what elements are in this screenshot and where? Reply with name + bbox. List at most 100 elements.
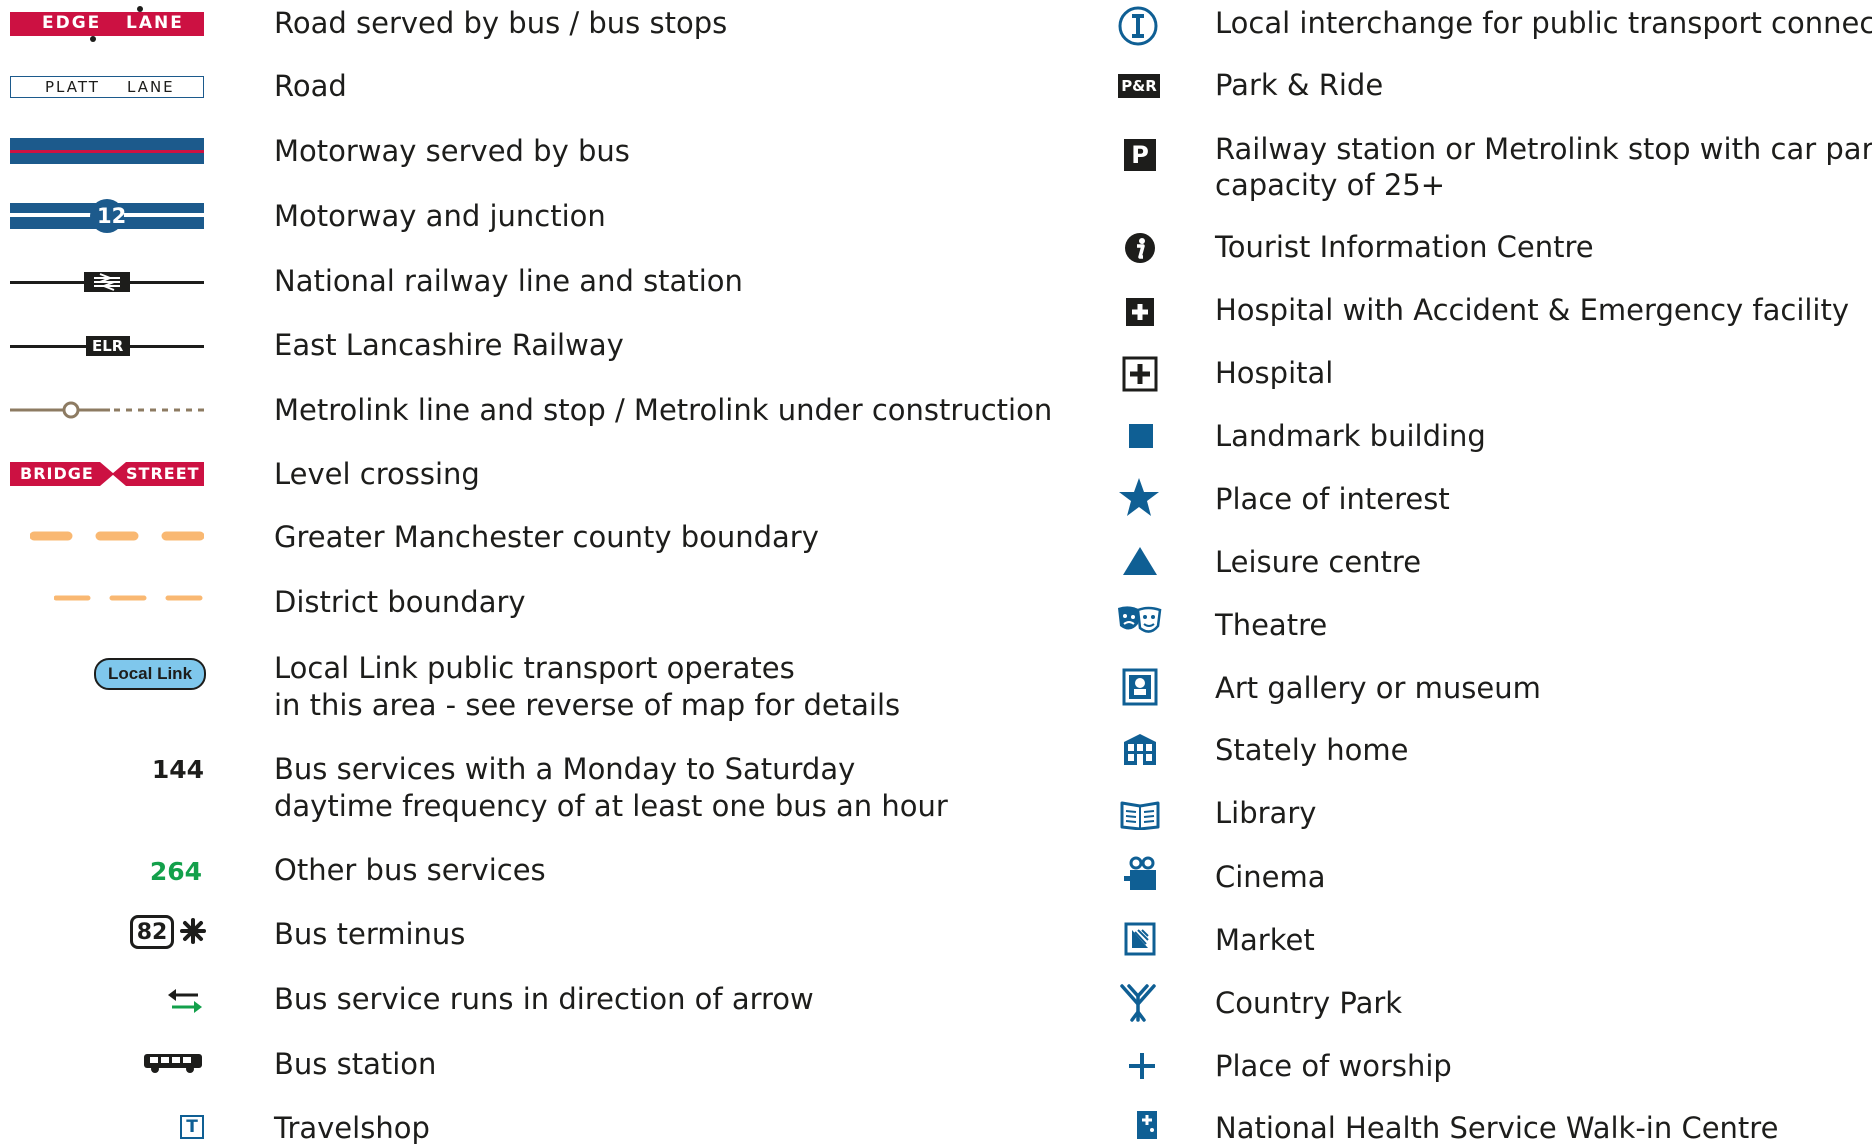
county-boundary-symbol — [30, 530, 204, 542]
interchange-svg — [1118, 6, 1158, 46]
road-bus-symbol-text-2: LANE — [126, 13, 184, 33]
frequent-bus-number: 144 — [151, 755, 204, 784]
landmark-label: Landmark building — [1215, 419, 1486, 453]
star-icon — [1118, 477, 1160, 517]
frequent-bus-label-line-2: daytime frequency of at least one bus an… — [274, 789, 948, 823]
level-crossing-label: Level crossing — [274, 457, 480, 491]
art-gallery-label: Art gallery or museum — [1215, 671, 1541, 705]
travelshop-icon: T — [180, 1115, 204, 1139]
railway-label: National railway line and station — [274, 264, 743, 298]
tree-icon — [1118, 982, 1158, 1022]
metrolink-stop-icon — [10, 401, 204, 419]
road-bus-symbol-text-1: EDGE — [42, 13, 102, 33]
country-park-label: Country Park — [1215, 986, 1403, 1020]
road-symbol: PLATT LANE — [10, 76, 204, 98]
elr-symbol-text: ELR — [92, 337, 124, 355]
hospital-svg — [1122, 356, 1158, 392]
nhs-walkin-svg — [1137, 1111, 1157, 1139]
nhs-walkin-icon — [1136, 1110, 1158, 1139]
worship-svg — [1129, 1053, 1155, 1079]
other-bus-label: Other bus services — [274, 853, 546, 887]
stately-home-icon — [1122, 732, 1158, 766]
cinema-camera-icon — [1124, 856, 1158, 892]
theatre-masks-icon — [1116, 604, 1162, 636]
market-svg — [1124, 922, 1156, 956]
local-link-badge-text: Local Link — [107, 664, 193, 683]
library-svg — [1120, 801, 1160, 830]
parking-icon: P — [1124, 139, 1156, 171]
motorway-bus-svg — [10, 138, 204, 164]
info-icon — [1124, 232, 1156, 264]
parking-label-line-2: capacity of 25+ — [1215, 168, 1446, 202]
cross-icon — [1128, 1052, 1156, 1080]
motorway-bus-label: Motorway served by bus — [274, 134, 630, 168]
motorway-junction-symbol: 12 — [10, 199, 204, 233]
bus-terminus-label: Bus terminus — [274, 917, 466, 951]
star-svg — [1119, 478, 1159, 516]
market-icon — [1124, 922, 1156, 956]
elr-symbol: ELR — [10, 334, 204, 358]
level-crossing-symbol: BRIDGE STREET — [10, 462, 204, 486]
library-label: Library — [1215, 796, 1317, 830]
district-boundary-symbol — [54, 594, 204, 602]
cinema-svg — [1124, 856, 1156, 890]
direction-arrows-svg — [168, 989, 202, 1013]
stately-home-label: Stately home — [1215, 733, 1409, 767]
tourist-info-label: Tourist Information Centre — [1215, 230, 1594, 264]
theatre-svg — [1118, 606, 1162, 633]
book-icon — [1120, 800, 1160, 830]
interchange-icon — [1117, 5, 1159, 47]
county-boundary-label: Greater Manchester county boundary — [274, 520, 819, 554]
terminus-asterisk-icon — [180, 918, 206, 944]
road-label: Road — [274, 69, 347, 103]
square-icon — [1129, 424, 1153, 448]
bus-icon — [142, 1052, 204, 1074]
road-symbol-text-2: LANE — [127, 78, 175, 96]
bus-station-svg — [144, 1054, 202, 1073]
parking-letter: P — [1131, 141, 1149, 169]
road-bus-symbol: EDGE LANE — [10, 6, 204, 42]
district-boundary-line — [54, 595, 204, 601]
park-ride-text: P&R — [1121, 77, 1157, 95]
asterisk-icon — [180, 918, 206, 944]
bus-terminus-number: 82 — [136, 919, 168, 945]
triangle-svg — [1123, 547, 1157, 575]
park-ride-label: Park & Ride — [1215, 68, 1384, 102]
bus-terminus-badge: 82 — [130, 915, 174, 949]
level-crossing-text-2: STREET — [126, 464, 200, 483]
national-rail-icon — [10, 272, 204, 292]
metrolink-symbol — [10, 400, 204, 420]
leisure-centre-label: Leisure centre — [1215, 545, 1422, 579]
county-boundary-line — [30, 531, 204, 541]
parking-label-line-1: Railway station or Metrolink stop with c… — [1215, 132, 1872, 166]
direction-arrows-icon — [168, 988, 202, 1014]
district-boundary-label: District boundary — [274, 585, 526, 619]
theatre-label: Theatre — [1215, 608, 1328, 642]
place-interest-label: Place of interest — [1215, 482, 1450, 516]
hospital-ae-label: Hospital with Accident & Emergency facil… — [1215, 293, 1850, 327]
railway-symbol — [10, 270, 204, 294]
bus-station-label: Bus station — [274, 1047, 437, 1081]
travelshop-letter: T — [186, 1117, 198, 1137]
other-bus-number: 264 — [149, 857, 202, 886]
local-link-badge: Local Link — [94, 658, 206, 690]
bus-direction-label: Bus service runs in direction of arrow — [274, 982, 814, 1016]
hospital-label: Hospital — [1215, 356, 1334, 390]
bus-stop-dot-icon — [137, 6, 143, 12]
museum-svg — [1122, 668, 1158, 706]
hospital-ae-svg — [1132, 304, 1148, 320]
nhs-walkin-label: National Health Service Walk-in Centre — [1215, 1111, 1779, 1145]
travelshop-label: Travelshop — [274, 1111, 430, 1145]
local-link-label-line-1: Local Link public transport operates — [274, 651, 795, 685]
bus-stop-dot-icon — [90, 36, 96, 42]
metrolink-label: Metrolink line and stop / Metrolink unde… — [274, 393, 1053, 427]
level-crossing-text-1: BRIDGE — [20, 464, 94, 483]
road-symbol-text-1: PLATT — [45, 78, 100, 96]
junction-number: 12 — [97, 204, 127, 228]
motorway-junction-label: Motorway and junction — [274, 199, 606, 233]
local-link-label-line-2: in this area - see reverse of map for de… — [274, 688, 901, 722]
triangle-icon — [1122, 546, 1158, 576]
road-bus-label: Road served by bus / bus stops — [274, 6, 728, 40]
museum-icon — [1122, 668, 1158, 706]
motorway-bus-symbol — [10, 138, 204, 164]
